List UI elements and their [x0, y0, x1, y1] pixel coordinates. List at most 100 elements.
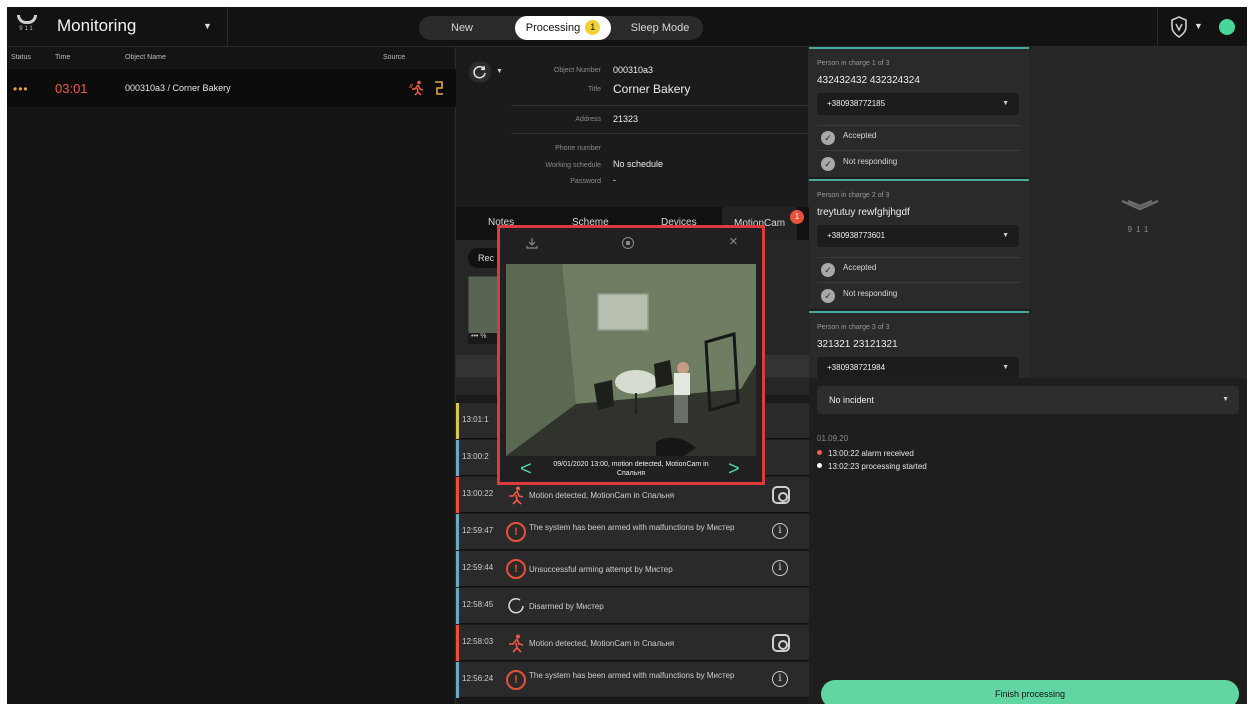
camera-button[interactable] — [772, 634, 790, 652]
disarm-icon — [508, 598, 524, 614]
column-header-object-name[interactable]: Object Name — [125, 54, 166, 61]
divider — [817, 125, 1021, 126]
brand-number: 911 — [1127, 225, 1153, 234]
phone-select[interactable]: +380938773601 ▼ — [817, 225, 1019, 247]
table-row[interactable]: ••• 03:01 000310a3 / Corner Bakery — [7, 69, 456, 107]
mode-switcher: New Processing 1 Sleep Mode — [419, 16, 703, 40]
column-header-time[interactable]: Time — [55, 54, 70, 61]
tab-processing-label: Processing — [525, 22, 581, 34]
divider — [511, 105, 809, 106]
event-time: 12:59:44 — [462, 563, 494, 572]
phone-label: Phone number — [555, 145, 601, 152]
password-label: Password — [570, 178, 601, 185]
status-not-responding[interactable]: ✓ Not responding — [821, 289, 897, 303]
status-label: Not responding — [843, 289, 898, 298]
schedule-label: Working schedule — [545, 162, 601, 169]
alert-icon: ! — [506, 559, 526, 579]
motion-icon — [509, 486, 524, 505]
column-header-source[interactable]: Source — [383, 54, 405, 61]
close-icon[interactable]: × — [729, 233, 738, 250]
record-icon[interactable] — [622, 237, 634, 249]
previous-photo-arrow[interactable]: < — [520, 458, 532, 481]
info-icon: i — [772, 560, 788, 576]
top-bar: 911 Monitoring ▼ New Processing 1 Sleep M… — [7, 7, 1247, 47]
chevron-down-icon: ▼ — [1002, 232, 1009, 239]
info-button[interactable]: i — [772, 560, 790, 578]
persons-in-charge: Person in charge 1 of 3 432432432 432324… — [809, 47, 1029, 379]
tab-sleep-mode[interactable]: Sleep Mode — [619, 16, 701, 40]
refresh-button[interactable] — [469, 61, 491, 83]
event-level-bar — [456, 514, 459, 550]
status-label: Accepted — [843, 131, 877, 140]
camera-button[interactable] — [772, 486, 790, 504]
event-time: 12:58:03 — [462, 637, 494, 646]
next-photo-arrow[interactable]: > — [728, 458, 740, 481]
object-address: 21323 — [613, 114, 639, 124]
alert-icon: ! — [506, 522, 526, 542]
object-number-label: Object Number — [553, 67, 601, 74]
event-time: 12:56:24 — [462, 674, 494, 683]
phone-select[interactable]: +380938772185 ▼ — [817, 93, 1019, 115]
photo-caption: 09/01/2020 13:00, motion detected, Motio… — [553, 461, 709, 477]
status-accepted[interactable]: ✓ Accepted — [821, 263, 876, 277]
tab-processing[interactable]: Processing 1 — [515, 16, 611, 40]
download-icon[interactable] — [526, 237, 538, 249]
phone-select[interactable]: +380938721984 ▼ — [817, 357, 1019, 379]
event-time: 12:58:45 — [462, 600, 494, 609]
event-text: The system has been armed with malfuncti… — [529, 671, 735, 680]
list-item[interactable]: 12:59:47 ! The system has been armed wit… — [456, 514, 809, 550]
event-text: Unsuccessful arming attempt by Мистер — [529, 565, 673, 574]
list-item[interactable]: 12:58:03 Motion detected, MotionCam in С… — [456, 625, 809, 661]
finish-processing-button[interactable]: Finish processing — [821, 680, 1239, 704]
divider — [817, 257, 1021, 258]
event-time: 13:00:2 — [462, 452, 489, 461]
shield-icon[interactable] — [1170, 16, 1188, 38]
check-icon: ✓ — [821, 157, 835, 171]
person-header: Person in charge 2 of 3 — [817, 192, 890, 199]
log-date: 01.09.20 — [817, 434, 849, 443]
motion-icon — [509, 634, 524, 653]
phone-value: +380938721984 — [827, 363, 886, 372]
check-icon: ✓ — [821, 289, 835, 303]
event-text: The system has been armed with malfuncti… — [529, 523, 735, 532]
address-label: Address — [575, 116, 601, 123]
tab-new[interactable]: New — [429, 16, 499, 40]
person-card: Person in charge 2 of 3 treytutuy rewfgh… — [809, 179, 1029, 309]
chevron-down-icon: ▼ — [1222, 396, 1229, 403]
check-icon: ✓ — [821, 131, 835, 145]
list-item[interactable]: 12:59:44 ! Unsuccessful arming attempt b… — [456, 551, 809, 587]
status-not-responding[interactable]: ✓ Not responding — [821, 157, 897, 171]
list-item[interactable]: 12:58:45 Disarmed by Мистер — [456, 588, 809, 624]
check-icon: ✓ — [821, 263, 835, 277]
event-text: Motion detected, MotionCam in Спальня — [529, 639, 675, 648]
info-button[interactable]: i — [772, 523, 790, 541]
status-accepted[interactable]: ✓ Accepted — [821, 131, 876, 145]
person-card: Person in charge 3 of 3 321321 23121321 … — [809, 311, 1029, 379]
event-level-bar — [456, 477, 459, 513]
event-level-bar — [456, 588, 459, 624]
chevron-down-icon[interactable]: ▼ — [1194, 21, 1203, 31]
processing-count-badge: 1 — [585, 20, 601, 35]
event-level-bar — [456, 403, 459, 439]
object-name: 000310a3 / Corner Bakery — [125, 83, 231, 93]
object-title: Corner Bakery — [613, 82, 691, 96]
incident-select[interactable]: No incident ▼ — [817, 386, 1239, 414]
column-header-status[interactable]: Status — [11, 54, 31, 61]
chevron-down-icon[interactable]: ▼ — [203, 21, 212, 31]
object-number: 000310a3 — [613, 65, 654, 75]
event-level-bar — [456, 662, 459, 698]
list-item[interactable]: 12:56:24 ! The system has been armed wit… — [456, 662, 809, 698]
modal-toolbar: × — [500, 228, 762, 260]
camera-photo — [506, 264, 756, 456]
person-header: Person in charge 1 of 3 — [817, 60, 890, 67]
app-title[interactable]: Monitoring — [57, 16, 136, 36]
log-dot — [817, 450, 822, 455]
refresh-icon — [473, 65, 486, 79]
info-button[interactable]: i — [772, 671, 790, 689]
object-password: - — [613, 175, 616, 185]
log-dot — [817, 463, 822, 468]
log-entry: 13:02:23 processing started — [817, 462, 927, 471]
photo-navigation: < 09/01/2020 13:00, motion detected, Mot… — [500, 456, 762, 482]
chevron-down-icon: ▼ — [1002, 364, 1009, 371]
alarm-list: Status Time Object Name Source ••• 03:01… — [7, 47, 456, 704]
